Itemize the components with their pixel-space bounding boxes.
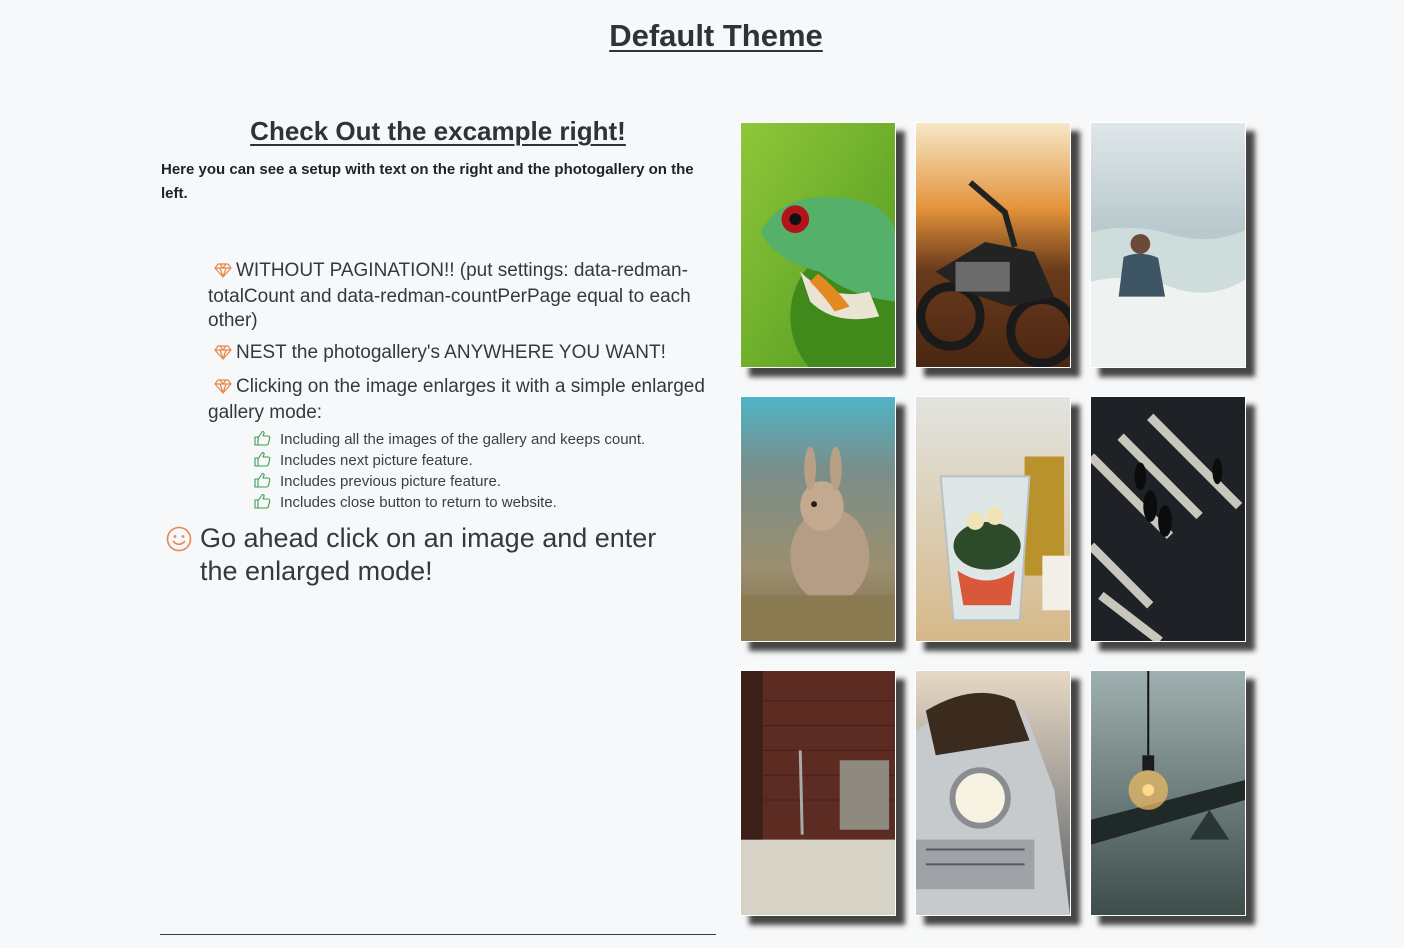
subfeature-text: Includes previous picture feature. — [280, 473, 501, 490]
gallery-image-frog[interactable] — [740, 122, 896, 368]
subfeature-text: Including all the images of the gallery … — [280, 431, 646, 448]
divider — [160, 934, 716, 935]
smiley-icon — [166, 526, 192, 560]
intro-text: Here you can see a setup with text on th… — [161, 161, 694, 202]
gallery-image-man-in-sea[interactable] — [1090, 122, 1246, 368]
section-heading: Check Out the excample right! — [250, 116, 626, 146]
feature-item: NEST the photogallery's ANYWHERE YOU WAN… — [208, 341, 713, 367]
thumbs-up-icon — [254, 493, 274, 514]
gallery-image-crosswalk[interactable] — [1090, 396, 1246, 642]
subfeature-item: Including all the images of the gallery … — [254, 430, 713, 451]
subfeature-item: Includes close button to return to websi… — [254, 493, 713, 514]
gallery-image-blender[interactable] — [915, 396, 1071, 642]
subfeature-item: Includes previous picture feature. — [254, 472, 713, 493]
call-to-action: Go ahead click on an image and enter the… — [166, 522, 716, 588]
subfeature-text: Includes next picture feature. — [280, 452, 473, 469]
photo-gallery — [740, 122, 1260, 922]
thumbs-up-icon — [254, 430, 274, 451]
subfeature-text: Includes close button to return to websi… — [280, 494, 557, 511]
page: Default Theme Check Out the excample rig… — [0, 0, 1404, 948]
gallery-image-rabbit[interactable] — [740, 396, 896, 642]
gallery-image-brick-room[interactable] — [740, 670, 896, 916]
feature-item: WITHOUT PAGINATION!! (put settings: data… — [208, 259, 713, 333]
feature-text: Clicking on the image enlarges it with a… — [208, 376, 705, 423]
subfeature-item: Includes next picture feature. — [254, 451, 713, 472]
content-column: Check Out the excample right! Here you c… — [160, 112, 716, 588]
feature-text: NEST the photogallery's ANYWHERE YOU WAN… — [236, 342, 666, 363]
feature-list: WITHOUT PAGINATION!! (put settings: data… — [160, 259, 713, 514]
gallery-image-light-bulb[interactable] — [1090, 670, 1246, 916]
gem-icon — [214, 377, 236, 401]
thumbs-up-icon — [254, 451, 274, 472]
page-title: Default Theme — [609, 18, 823, 53]
feature-item: Clicking on the image enlarges it with a… — [208, 375, 713, 514]
feature-text: WITHOUT PAGINATION!! (put settings: data… — [208, 260, 691, 331]
gem-icon — [214, 343, 236, 367]
gallery-image-motorcycle[interactable] — [915, 122, 1071, 368]
subfeature-list: Including all the images of the gallery … — [208, 430, 713, 514]
gem-icon — [214, 261, 236, 285]
thumbs-up-icon — [254, 472, 274, 493]
cta-text: Go ahead click on an image and enter the… — [200, 523, 657, 586]
gallery-image-vintage-car[interactable] — [915, 670, 1071, 916]
